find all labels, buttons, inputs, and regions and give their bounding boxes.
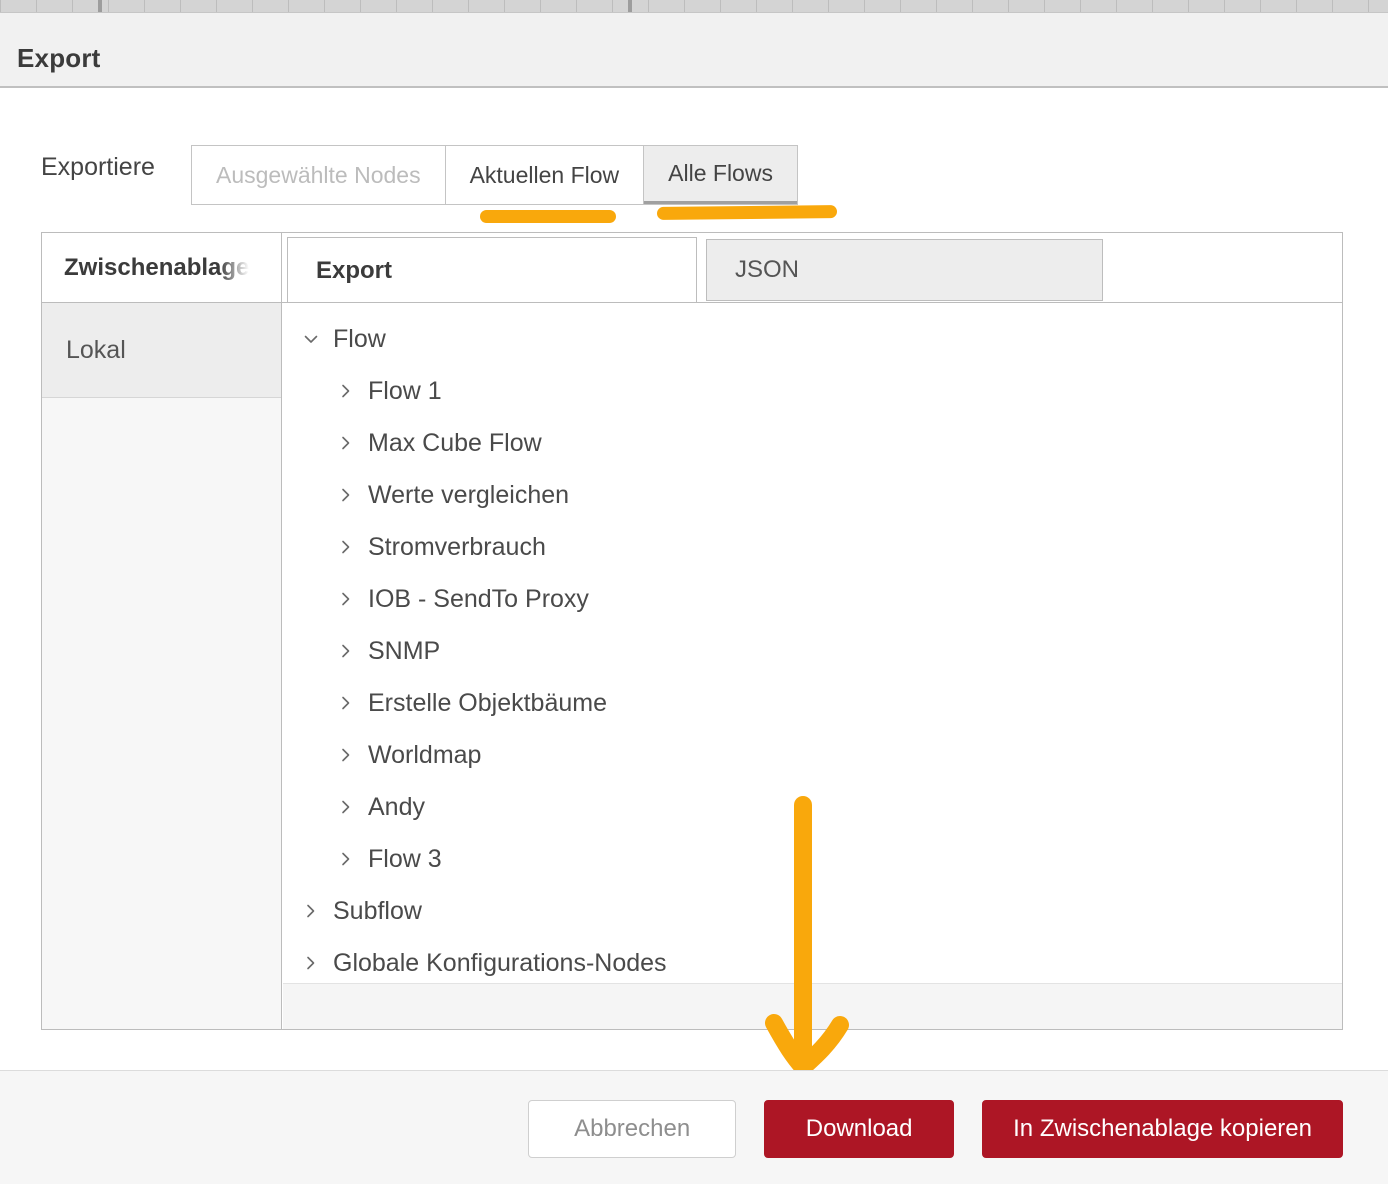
- export-target-row: Exportiere Ausgewählte Nodes Aktuellen F…: [0, 145, 1388, 205]
- export-dialog: Export Exportiere Ausgewählte Nodes Aktu…: [0, 0, 1388, 1184]
- flow-tree-row[interactable]: Andy: [283, 781, 1342, 833]
- page-title: Export: [17, 43, 101, 73]
- tab-label: Export: [316, 257, 393, 284]
- flow-tree-footer: [283, 983, 1342, 1029]
- flow-tree-row[interactable]: Globale Konfigurations-Nodes: [283, 937, 1342, 984]
- tab-zwischenablage[interactable]: Zwischenablage: [42, 233, 282, 303]
- side-item-lokal[interactable]: Lokal: [42, 303, 281, 398]
- chevron-right-icon[interactable]: [338, 383, 368, 399]
- flow-tree-row-label: Flow 1: [368, 376, 442, 405]
- flow-tree-row-label: Max Cube Flow: [368, 428, 542, 457]
- export-option-selected-nodes[interactable]: Ausgewählte Nodes: [192, 146, 446, 204]
- panel-body: Lokal Flow Flow 1 Max Cube Flow Werte vergl…: [42, 303, 1342, 1029]
- chevron-right-icon[interactable]: [338, 695, 368, 711]
- dialog-header: Export: [0, 13, 1388, 88]
- library-source-list: Lokal: [42, 303, 282, 1029]
- export-option-all-flows[interactable]: Alle Flows: [644, 146, 797, 204]
- ruler-major-tick: [628, 0, 632, 12]
- chevron-right-icon[interactable]: [338, 435, 368, 451]
- tab-label: Zwischenablage: [64, 254, 250, 281]
- flow-tree-row[interactable]: IOB - SendTo Proxy: [283, 573, 1342, 625]
- chevron-right-icon[interactable]: [338, 487, 368, 503]
- export-option-label: Alle Flows: [668, 160, 773, 186]
- dialog-footer: Abbrechen Download In Zwischenablage kop…: [0, 1070, 1388, 1184]
- flow-tree-row[interactable]: Werte vergleichen: [283, 469, 1342, 521]
- flow-tree-row-label: Flow 3: [368, 844, 442, 873]
- flow-tree-row-label: IOB - SendTo Proxy: [368, 584, 589, 613]
- cancel-button[interactable]: Abbrechen: [528, 1100, 737, 1158]
- chevron-right-icon[interactable]: [338, 799, 368, 815]
- side-item-label: Lokal: [66, 335, 126, 364]
- flow-tree-row-label: Andy: [368, 792, 425, 821]
- chevron-right-icon[interactable]: [338, 643, 368, 659]
- export-target-label: Exportiere: [41, 153, 155, 181]
- flow-tree-row[interactable]: Max Cube Flow: [283, 417, 1342, 469]
- flow-tree-row[interactable]: Flow 1: [283, 365, 1342, 417]
- download-button-label: Download: [805, 1115, 913, 1142]
- tab-label: JSON: [735, 256, 800, 283]
- flow-tree-row-label: Subflow: [333, 896, 422, 925]
- tab-json[interactable]: JSON: [706, 239, 1103, 301]
- annotation-underline-all-flows: [656, 205, 838, 220]
- flow-tree-row-label: Flow: [333, 324, 386, 353]
- flow-tree-row-label: Erstelle Objektbäume: [368, 688, 608, 717]
- chevron-right-icon[interactable]: [338, 539, 368, 555]
- panel-tabstrip: Zwischenablage Export JSON: [42, 233, 1342, 305]
- flow-tree-row-label: Werte vergleichen: [368, 480, 570, 509]
- export-target-segmented-control[interactable]: Ausgewählte Nodes Aktuellen Flow Alle Fl…: [191, 145, 798, 205]
- ruler-major-tick: [98, 0, 102, 12]
- chevron-right-icon[interactable]: [338, 747, 368, 763]
- footer-button-group: Abbrechen Download In Zwischenablage kop…: [528, 1100, 1343, 1158]
- copy-to-clipboard-button[interactable]: In Zwischenablage kopieren: [982, 1100, 1343, 1158]
- export-option-current-flow[interactable]: Aktuellen Flow: [445, 146, 645, 204]
- flow-tree-panel: Flow Flow 1 Max Cube Flow Werte vergleichen…: [283, 303, 1342, 1029]
- chevron-right-icon[interactable]: [338, 851, 368, 867]
- tab-export[interactable]: Export: [287, 237, 697, 305]
- flow-tree-row[interactable]: Flow 3: [283, 833, 1342, 885]
- copy-to-clipboard-button-label: In Zwischenablage kopieren: [1013, 1115, 1312, 1142]
- chevron-right-icon[interactable]: [303, 955, 333, 971]
- flow-tree[interactable]: Flow Flow 1 Max Cube Flow Werte vergleichen…: [283, 303, 1342, 984]
- export-panel: Zwischenablage Export JSON Lokal Flow Flo…: [41, 232, 1343, 1030]
- flow-tree-row[interactable]: Stromverbrauch: [283, 521, 1342, 573]
- flow-tree-row[interactable]: Erstelle Objektbäume: [283, 677, 1342, 729]
- flow-tree-row-label: Globale Konfigurations-Nodes: [333, 948, 667, 977]
- chevron-right-icon[interactable]: [303, 903, 333, 919]
- ruler-ticks: [0, 0, 1388, 12]
- chevron-right-icon[interactable]: [338, 591, 368, 607]
- flow-tree-row[interactable]: Flow: [283, 313, 1342, 365]
- flow-tree-row[interactable]: SNMP: [283, 625, 1342, 677]
- flow-tree-row-label: Worldmap: [368, 740, 482, 769]
- editor-ruler-strip: [0, 0, 1388, 13]
- flow-tree-row-label: Stromverbrauch: [368, 532, 546, 561]
- flow-tree-row[interactable]: Subflow: [283, 885, 1342, 937]
- download-button[interactable]: Download: [764, 1100, 955, 1158]
- cancel-button-label: Abbrechen: [574, 1115, 691, 1142]
- flow-tree-row-label: SNMP: [368, 636, 441, 665]
- export-option-label: Ausgewählte Nodes: [216, 161, 421, 188]
- export-option-label: Aktuellen Flow: [469, 161, 620, 188]
- chevron-down-icon[interactable]: [303, 331, 333, 347]
- annotation-underline-current-flow: [480, 210, 616, 223]
- flow-tree-row[interactable]: Worldmap: [283, 729, 1342, 781]
